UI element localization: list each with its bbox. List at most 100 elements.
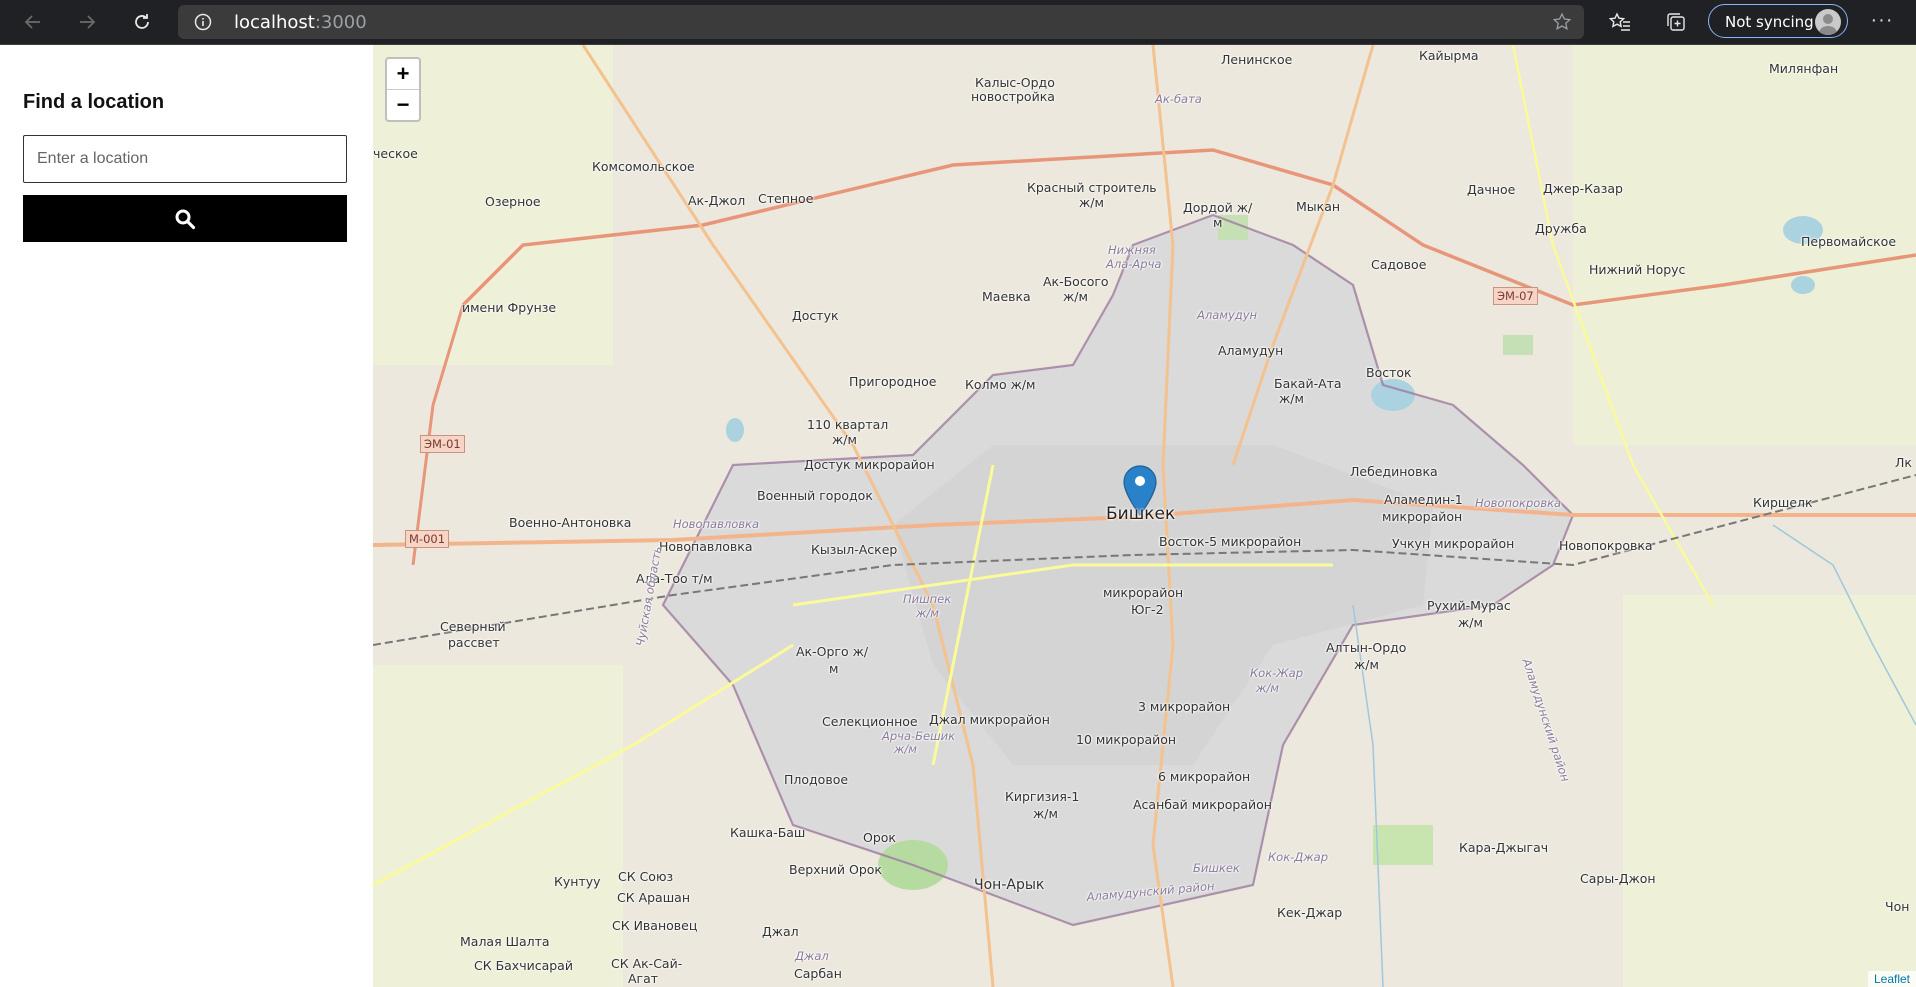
map-label: Калыс-Ордо [975,75,1055,90]
map-label: СК Ак-Сай- [611,956,683,971]
map-label: Кек-Джар [1277,905,1343,920]
map-label: Аламедин-1 [1384,492,1463,507]
map-label: Нижний Норус [1589,262,1686,277]
map-label: Колмо ж/м [965,377,1036,392]
location-input[interactable] [23,135,347,183]
map-label: ж/м [1279,391,1304,406]
map-label: Комсомольское [592,159,695,174]
url-text: localhost:3000 [234,12,367,33]
map-label: Киршелк [1753,495,1813,510]
map-label: Юг-2 [1131,602,1164,617]
map-road-label: ЭМ-01 [420,435,465,453]
map-view[interactable]: + − Бишкек Ленинское Кайырма Милянфан Ка… [373,45,1916,987]
search-sidebar: Find a location [0,45,372,987]
search-icon [175,209,196,229]
map-label: Джал [795,949,829,963]
map-label: Аламудун [1218,343,1284,358]
map-label: имени Фрунзе [462,300,557,315]
map-label: Новопавловка [659,539,753,554]
map-label: Дордой ж/ [1183,200,1253,215]
map-label: Чон [1885,899,1910,914]
sidebar-title: Find a location [23,91,165,113]
map-label: Джер-Казар [1543,181,1623,196]
map-label: СК Бахчисарай [474,958,573,973]
info-icon[interactable] [194,13,212,31]
map-label: Малая Шалта [460,934,550,949]
map-label: Рухий-Мурас [1427,598,1511,613]
zoom-in-button[interactable]: + [387,59,419,90]
avatar [1815,9,1841,35]
map-label: Ак-Орго ж/ [796,644,869,659]
attribution-link[interactable]: Leaflet [1867,971,1916,987]
map-label: Кашка-Баш [730,825,806,840]
map-label: Новопавловка [673,517,759,531]
map-label: Первомайское [1801,234,1897,249]
map-label: Новопокровка [1475,496,1562,510]
map-label: Пишпек [903,592,952,606]
map-label: Мыкан [1296,199,1341,214]
zoom-out-button[interactable]: − [387,90,419,120]
map-label: Бишкек [1193,861,1240,875]
search-button[interactable] [23,195,347,242]
map-label: Арча-Бешик [882,729,956,743]
map-label: Достук микрорайон [804,457,935,472]
refresh-button[interactable] [127,8,157,36]
map-label: 110 квартал [807,417,889,432]
map-label: ж/м [1079,195,1104,210]
map-label: Кара-Джыгач [1459,840,1549,855]
map-label: СК Арашан [617,890,690,905]
map-label: ж/м [1354,657,1379,672]
map-label: Джал микрорайон [929,712,1050,727]
collections-icon[interactable] [1665,11,1687,33]
zoom-control: + − [385,57,421,122]
more-menu-icon[interactable]: ··· [1866,9,1898,33]
map-label: рассвет [448,635,500,650]
map-label: Сары-Джон [1580,871,1656,886]
map-label: ж/м [916,606,939,620]
map-label-bishkek: Бишкек [1106,504,1176,524]
map-label: Киргизия-1 [1005,789,1080,804]
back-button[interactable] [18,8,48,36]
map-label: ж/м [832,432,857,447]
map-label: Агат [628,971,659,986]
map-label: Степное [758,191,814,206]
map-label: Орок [863,830,896,845]
map-label: 10 микрорайон [1076,732,1177,747]
favorite-star-icon[interactable] [1552,12,1572,32]
map-label: м [1213,215,1223,230]
map-label: СК Ивановец [612,918,698,933]
map-label: Ак-Босого [1043,274,1109,289]
map-label: Восток-5 микрорайон [1159,534,1302,549]
map-label: Дачное [1467,182,1516,197]
map-label: Лк [1895,455,1912,470]
map-label: Восток [1366,365,1412,380]
address-bar[interactable]: localhost:3000 [178,5,1584,39]
map-label: ж/м [1063,289,1088,304]
map-label: Учкун микрорайон [1392,536,1515,551]
forward-button[interactable] [72,8,102,36]
map-label: СК Союз [618,869,674,884]
map-label: Северный [440,619,506,634]
favorites-icon[interactable] [1609,11,1631,33]
map-road-label: ЭМ-07 [1493,287,1538,305]
map-label: Бакай-Ата [1274,376,1342,391]
map-label: м [829,661,839,676]
map-label: Сарбан [794,966,842,981]
map-label: Лебединовка [1350,464,1438,479]
map-label: новостройка [971,89,1055,104]
forward-arrow-icon [80,15,96,29]
map-label: Ак-бата [1155,92,1202,106]
map-label: Озерное [485,194,541,209]
map-label: Ленинское [1221,52,1293,67]
map-label: Чон-Арык [974,877,1045,893]
map-label: Красный строитель [1027,180,1157,195]
sync-profile-button[interactable]: Not syncing [1708,4,1848,38]
map-label: Асанбай микрорайон [1133,797,1272,812]
map-label: Плодовое [784,772,849,787]
map-label: микрорайон [1382,509,1463,524]
refresh-icon [135,14,149,29]
map-label: ж/м [1033,806,1058,821]
map-label: Джал [762,924,799,939]
back-arrow-icon [24,15,40,29]
map-label: Новопокровка [1559,538,1653,553]
